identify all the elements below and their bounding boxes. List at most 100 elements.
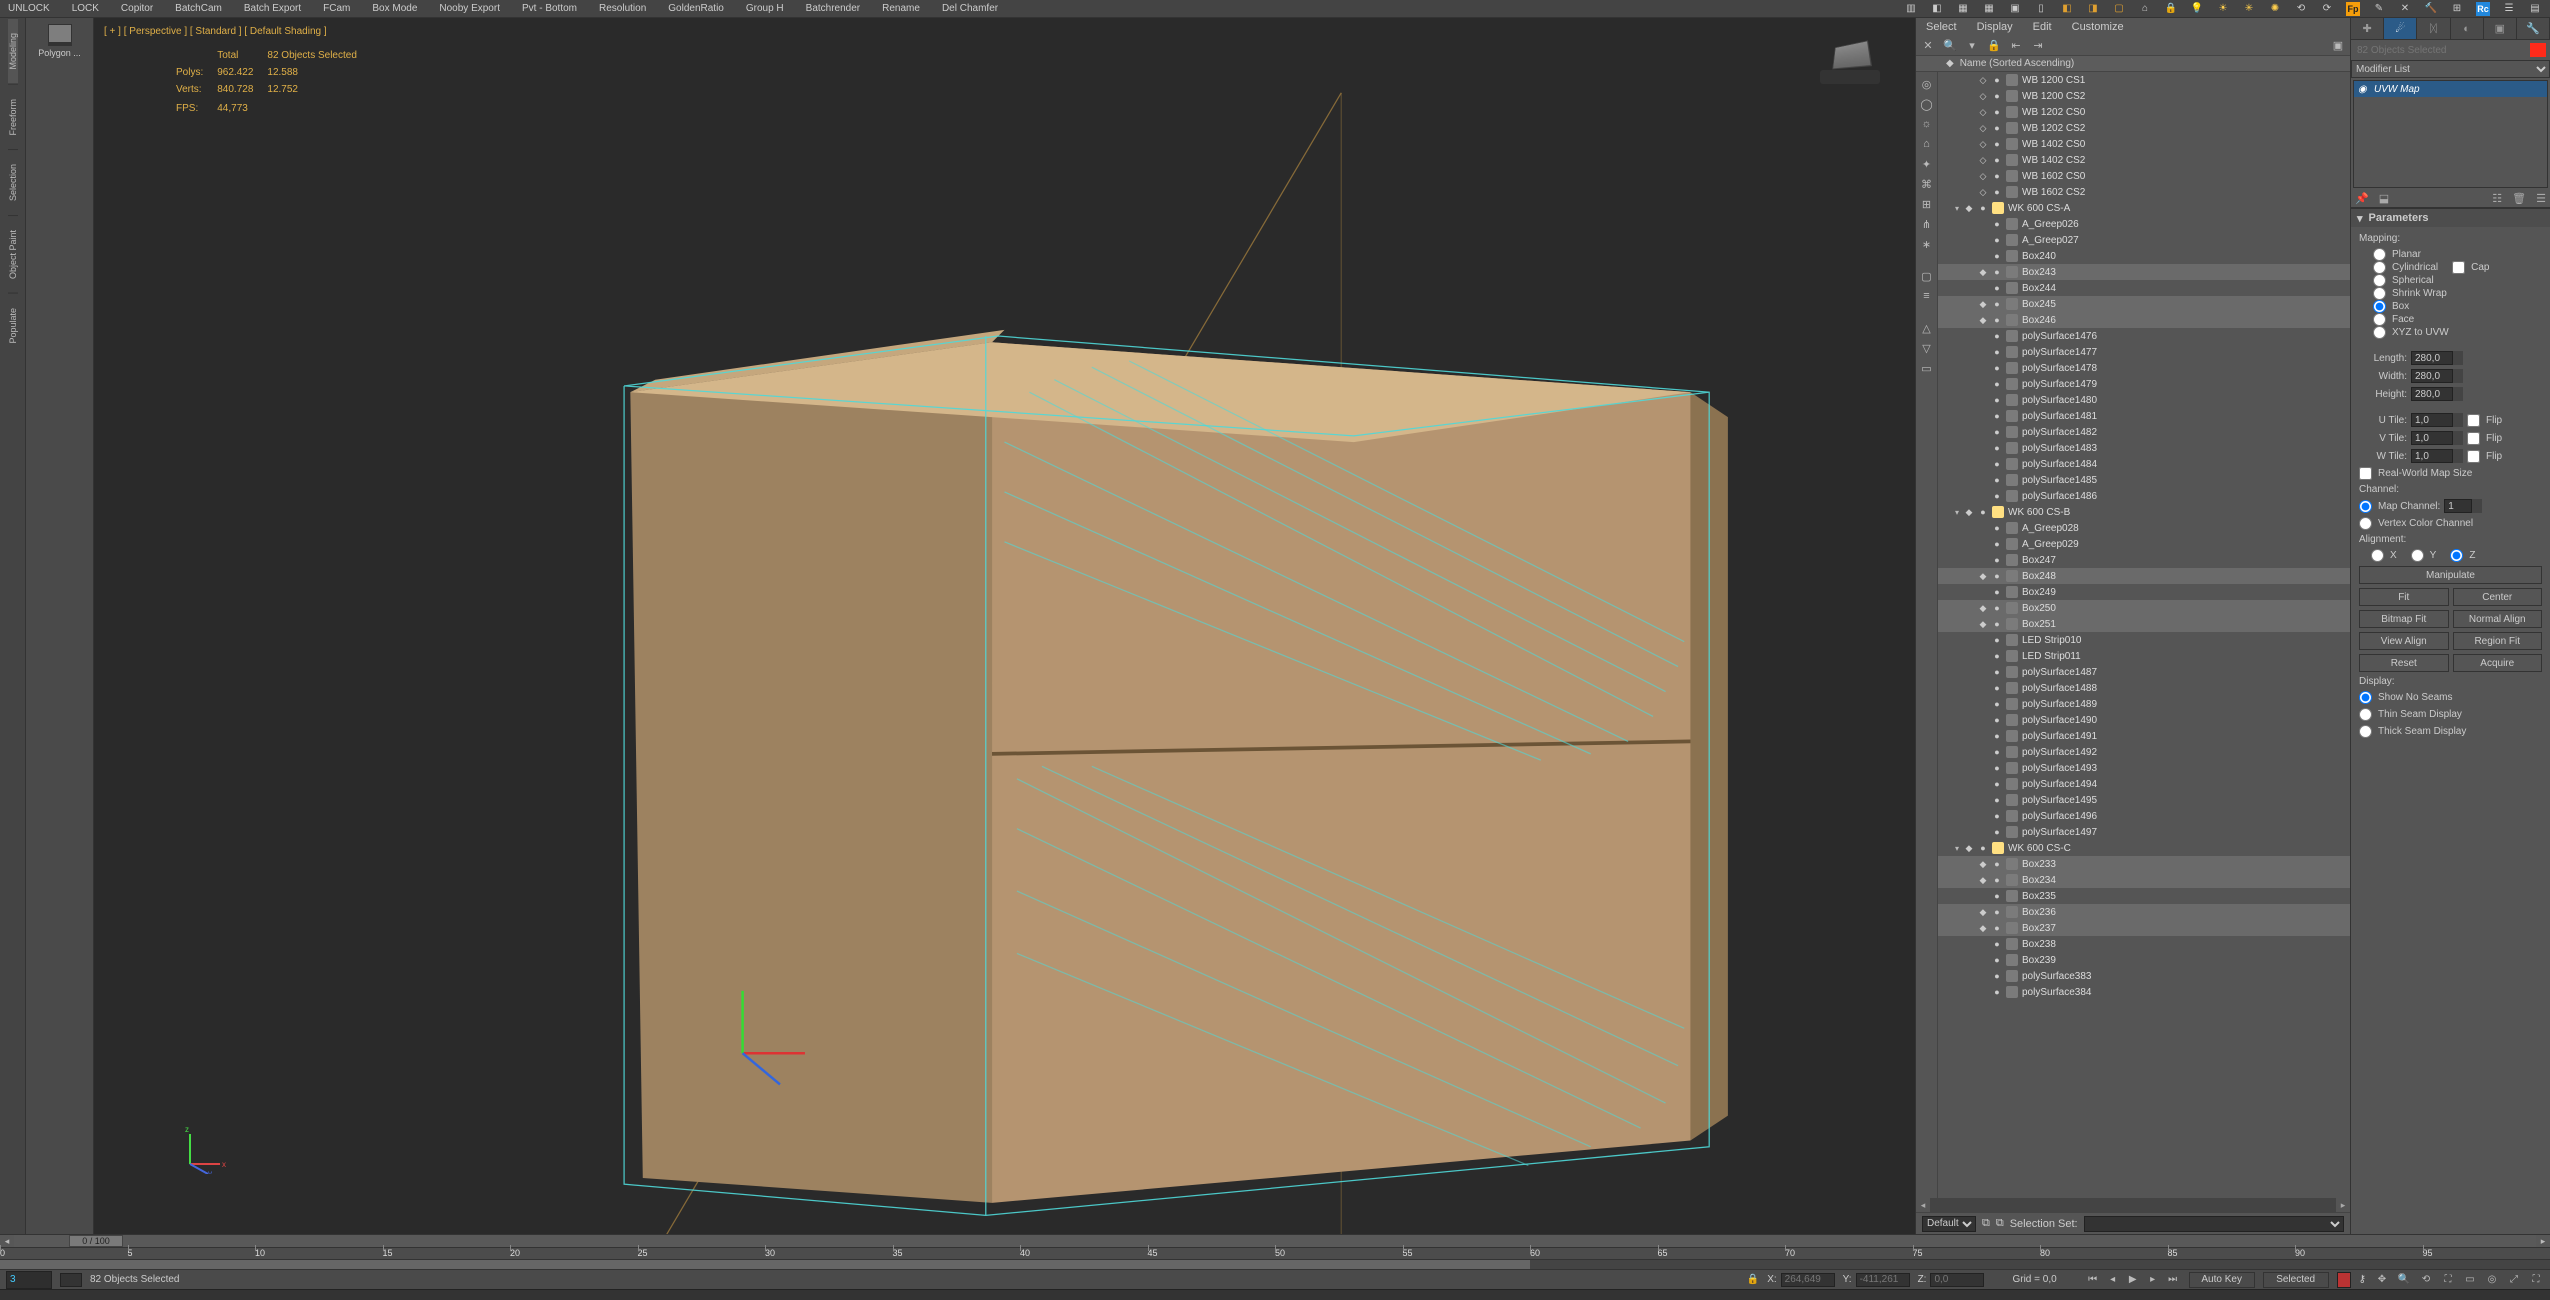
- list2-icon[interactable]: ≡: [1919, 288, 1935, 304]
- hammer-icon[interactable]: 🔨: [2424, 2, 2438, 16]
- filter-icon[interactable]: ▾: [1964, 38, 1980, 54]
- search-icon[interactable]: 🔍: [1942, 38, 1958, 54]
- group-filter-icon[interactable]: ⊞: [1919, 196, 1935, 212]
- lock-icon[interactable]: 🔒: [2164, 2, 2178, 16]
- explorer-menu-edit[interactable]: Edit: [2033, 21, 2052, 33]
- fit-button[interactable]: Fit: [2359, 588, 2449, 606]
- menu-pvt-bottom[interactable]: Pvt - Bottom: [522, 3, 577, 14]
- box-icon[interactable]: ▯: [2034, 2, 2048, 16]
- mapping-face-radio[interactable]: [2373, 313, 2386, 326]
- setkey-button[interactable]: [2337, 1272, 2351, 1288]
- drop-icon[interactable]: ⟳: [2320, 2, 2334, 16]
- tree-node[interactable]: ◇●WB 1202 CS0: [1938, 104, 2350, 120]
- wrench-icon[interactable]: ✎: [2372, 2, 2386, 16]
- modifier-stack-item[interactable]: ◉ UVW Map: [2354, 81, 2547, 97]
- nav-orbit-icon[interactable]: ⟲: [2418, 1272, 2434, 1288]
- tree-node[interactable]: ●polySurface383: [1938, 968, 2350, 984]
- light-icon[interactable]: ⟲: [2294, 2, 2308, 16]
- bone-filter-icon[interactable]: ⋔: [1919, 216, 1935, 232]
- unique-icon[interactable]: ☷: [2492, 192, 2502, 205]
- prev-frame-icon[interactable]: ◂: [2105, 1272, 2121, 1288]
- shape-filter-icon[interactable]: ◯: [1919, 96, 1935, 112]
- tree-node[interactable]: ▾◆●WK 600 CS-B: [1938, 504, 2350, 520]
- tree-node[interactable]: ●polySurface1490: [1938, 712, 2350, 728]
- utile-field[interactable]: [2411, 413, 2453, 427]
- wtile-field[interactable]: [2411, 449, 2453, 463]
- tree-node[interactable]: ◆●Box245: [1938, 296, 2350, 312]
- nav-zoom-icon[interactable]: 🔍: [2396, 1272, 2412, 1288]
- tree-node[interactable]: ◇●WB 1402 CS2: [1938, 152, 2350, 168]
- tree-node[interactable]: ●polySurface1486: [1938, 488, 2350, 504]
- vtile-field[interactable]: [2411, 431, 2453, 445]
- table-icon[interactable]: ▤: [2528, 2, 2542, 16]
- viewport-label[interactable]: [ + ] [ Perspective ] [ Standard ] [ Def…: [104, 26, 327, 37]
- tree-node[interactable]: ●polySurface1478: [1938, 360, 2350, 376]
- menu-rename[interactable]: Rename: [882, 3, 920, 14]
- time-prev-icon[interactable]: ◂: [0, 1236, 14, 1247]
- tree-node[interactable]: ●A_Greep029: [1938, 536, 2350, 552]
- grid2-icon[interactable]: ▦: [1982, 2, 1996, 16]
- menu-lock[interactable]: LOCK: [72, 3, 99, 14]
- play-icon[interactable]: ▣: [2008, 2, 2022, 16]
- lock-status-icon[interactable]: 🔒: [1747, 1274, 1759, 1285]
- tree-node[interactable]: ◆●Box250: [1938, 600, 2350, 616]
- height-field[interactable]: [2411, 387, 2453, 401]
- realworld-check[interactable]: [2359, 467, 2372, 480]
- burst-icon[interactable]: ✺: [2268, 2, 2282, 16]
- show-result-icon[interactable]: ⬓: [2379, 192, 2389, 205]
- tree-node[interactable]: ▾◆●WK 600 CS-A: [1938, 200, 2350, 216]
- tree-node[interactable]: ●LED Strip010: [1938, 632, 2350, 648]
- cube-icon[interactable]: ◧: [2060, 2, 2074, 16]
- bitmapfit-button[interactable]: Bitmap Fit: [2359, 610, 2449, 628]
- menu-group-h[interactable]: Group H: [746, 3, 784, 14]
- ribbon-tab-selection[interactable]: Selection: [8, 149, 18, 215]
- ribbon-tab-populate[interactable]: Populate: [8, 293, 18, 358]
- tree-node[interactable]: ●A_Greep026: [1938, 216, 2350, 232]
- tree-node[interactable]: ◇●WB 1200 CS2: [1938, 88, 2350, 104]
- sun-icon[interactable]: ☀: [2216, 2, 2230, 16]
- tree-node[interactable]: ◇●WB 1602 CS2: [1938, 184, 2350, 200]
- play-icon2[interactable]: ▶: [2125, 1272, 2141, 1288]
- explorer-view-select[interactable]: Default: [1922, 1216, 1976, 1232]
- regionfit-button[interactable]: Region Fit: [2453, 632, 2543, 650]
- explorer-menu-customize[interactable]: Customize: [2072, 21, 2124, 33]
- tab-utilities[interactable]: 🔧: [2517, 18, 2550, 39]
- goto-end-icon[interactable]: ⏭: [2165, 1272, 2181, 1288]
- tree-node[interactable]: ●Box239: [1938, 952, 2350, 968]
- mapchannel-radio[interactable]: [2359, 500, 2372, 513]
- tree-node[interactable]: ●polySurface1495: [1938, 792, 2350, 808]
- rc-icon[interactable]: Rc: [2476, 2, 2490, 16]
- tree-node[interactable]: ●polySurface1477: [1938, 344, 2350, 360]
- y-field[interactable]: [1856, 1273, 1910, 1287]
- length-field[interactable]: [2411, 351, 2453, 365]
- tree-node[interactable]: ●polySurface1487: [1938, 664, 2350, 680]
- tree-node[interactable]: ●polySurface1481: [1938, 408, 2350, 424]
- menu-goldenratio[interactable]: GoldenRatio: [668, 3, 724, 14]
- nav-walk-icon[interactable]: ◎: [2484, 1272, 2500, 1288]
- tree-node[interactable]: ●polySurface1479: [1938, 376, 2350, 392]
- geo-filter-icon[interactable]: ◎: [1919, 76, 1935, 92]
- script-tab[interactable]: 3: [6, 1271, 52, 1289]
- eye-icon[interactable]: ◉: [2358, 84, 2370, 95]
- tree-node[interactable]: ●Box249: [1938, 584, 2350, 600]
- doc-icon[interactable]: ▭: [1919, 360, 1935, 376]
- mapping-xyz-to-uvw-radio[interactable]: [2373, 326, 2386, 339]
- tree-node[interactable]: ●A_Greep028: [1938, 520, 2350, 536]
- tree-node[interactable]: ◆●Box243: [1938, 264, 2350, 280]
- ribbon-tab-object-paint[interactable]: Object Paint: [8, 215, 18, 293]
- chart-icon[interactable]: ▥: [1904, 2, 1918, 16]
- nav-max-icon[interactable]: ⛶: [2440, 1272, 2456, 1288]
- nav-fov-icon[interactable]: ▭: [2462, 1272, 2478, 1288]
- tree-node[interactable]: ▾◆●WK 600 CS-C: [1938, 840, 2350, 856]
- space-filter-icon[interactable]: ⌘: [1919, 176, 1935, 192]
- tree-node[interactable]: ●polySurface1493: [1938, 760, 2350, 776]
- configure-icon[interactable]: ☰: [2536, 192, 2546, 205]
- tree-node[interactable]: ●polySurface1485: [1938, 472, 2350, 488]
- ribbon-tab-freeform[interactable]: Freeform: [8, 84, 18, 150]
- rollout-header[interactable]: ▾ Parameters: [2351, 209, 2550, 227]
- particle-filter-icon[interactable]: ∗: [1919, 236, 1935, 252]
- axis-y-radio[interactable]: [2411, 549, 2424, 562]
- tree-node[interactable]: ●polySurface1480: [1938, 392, 2350, 408]
- tree-node[interactable]: ●Box235: [1938, 888, 2350, 904]
- normalalign-button[interactable]: Normal Align: [2453, 610, 2543, 628]
